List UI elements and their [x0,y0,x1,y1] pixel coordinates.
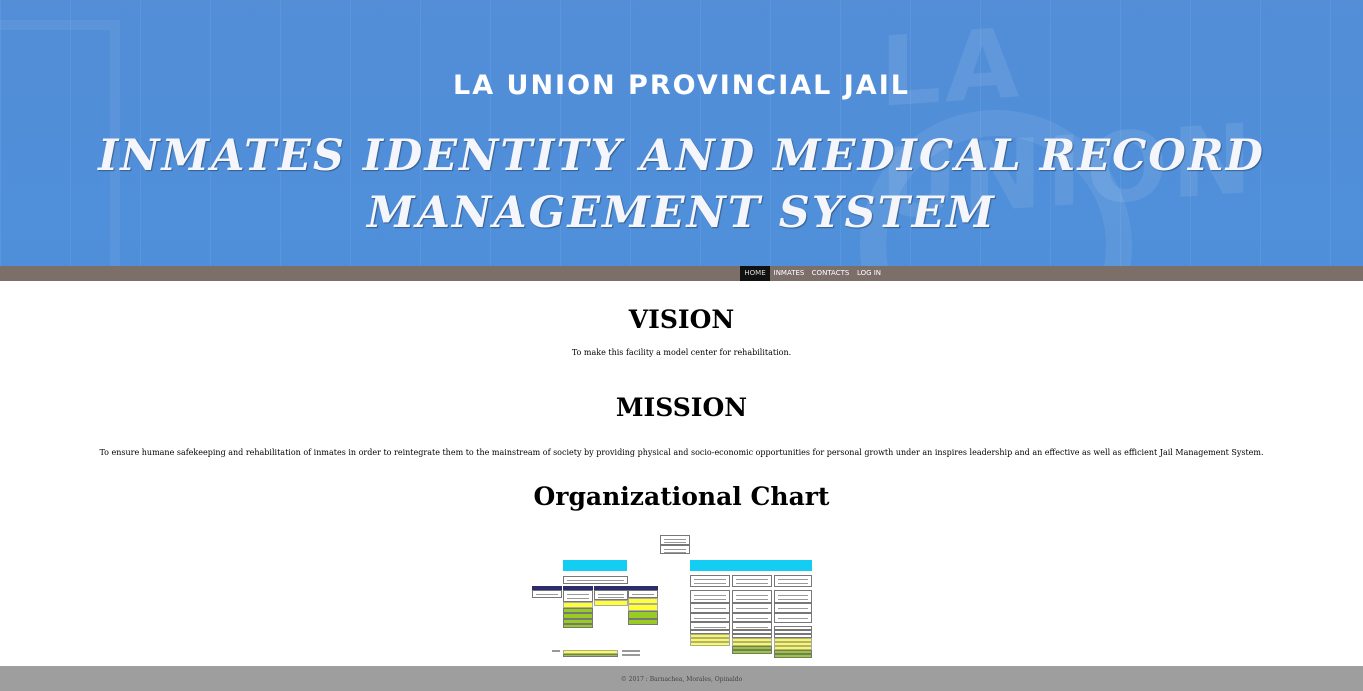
org-box-unit [594,590,628,600]
nav-inmates[interactable]: INMATES [772,266,806,281]
org-box-unit [628,590,658,598]
site-title: LA UNION PROVINCIAL JAIL [453,70,910,101]
org-box-unit [774,603,812,613]
org-legend-label [552,650,560,652]
org-box-section [732,650,772,654]
org-box-unit [690,613,730,622]
org-box-warden [660,535,690,545]
page-footer: © 2017 : Barnachea, Morales, Opinaldo [0,666,1363,691]
org-box-unit [732,575,772,587]
org-box-deputy [660,545,690,554]
org-box-section [774,654,812,658]
mission-text: To ensure humane safekeeping and rehabil… [99,448,1264,457]
org-box-unit [774,613,812,623]
org-box-section [628,619,658,625]
org-legend-swatch [563,654,618,657]
org-box-admin-division [563,560,627,571]
org-box-unit [774,590,812,603]
org-box-unit [732,603,772,613]
nav-home[interactable]: HOME [740,266,770,281]
vision-text: To make this facility a model center for… [571,348,792,357]
org-box-unit [732,613,772,622]
org-box-section [628,611,658,619]
main-nav: HOME INMATES CONTACTS LOG IN [0,266,1363,281]
org-chart-image [530,533,830,659]
mission-heading: MISSION [615,393,748,422]
nav-login[interactable]: LOG IN [855,266,883,281]
org-box-section [594,600,628,606]
nav-contacts[interactable]: CONTACTS [811,266,850,281]
org-box-unit [690,575,730,587]
site-subtitle: INMATES IDENTITY AND MEDICAL RECORD MANA… [0,128,1363,242]
footer-copyright: © 2017 : Barnachea, Morales, Opinaldo [620,676,743,683]
org-box-section [690,642,730,646]
org-legend-label [622,650,640,652]
org-box-unit [732,590,772,603]
org-box-section [628,604,658,611]
org-box-admin-head [563,576,628,584]
org-box-ops-division [690,560,812,571]
header-banner: LA UNION LA UNION PROVINCIAL JAIL INMATE… [0,0,1363,266]
org-box-unit [774,575,812,587]
org-box-section [563,624,593,628]
org-box-unit [532,590,562,598]
org-box-unit [690,603,730,613]
org-chart-heading: Organizational Chart [533,482,830,511]
site-subtitle-line1: INMATES IDENTITY AND MEDICAL RECORD [98,131,1265,181]
site-subtitle-line2: MANAGEMENT SYSTEM [367,188,996,238]
org-box-unit [690,622,730,630]
org-box-unit [690,590,730,603]
org-legend-label [622,654,640,656]
org-box-unit [563,590,593,602]
org-box-unit [732,622,772,630]
vision-heading: VISION [628,305,735,334]
